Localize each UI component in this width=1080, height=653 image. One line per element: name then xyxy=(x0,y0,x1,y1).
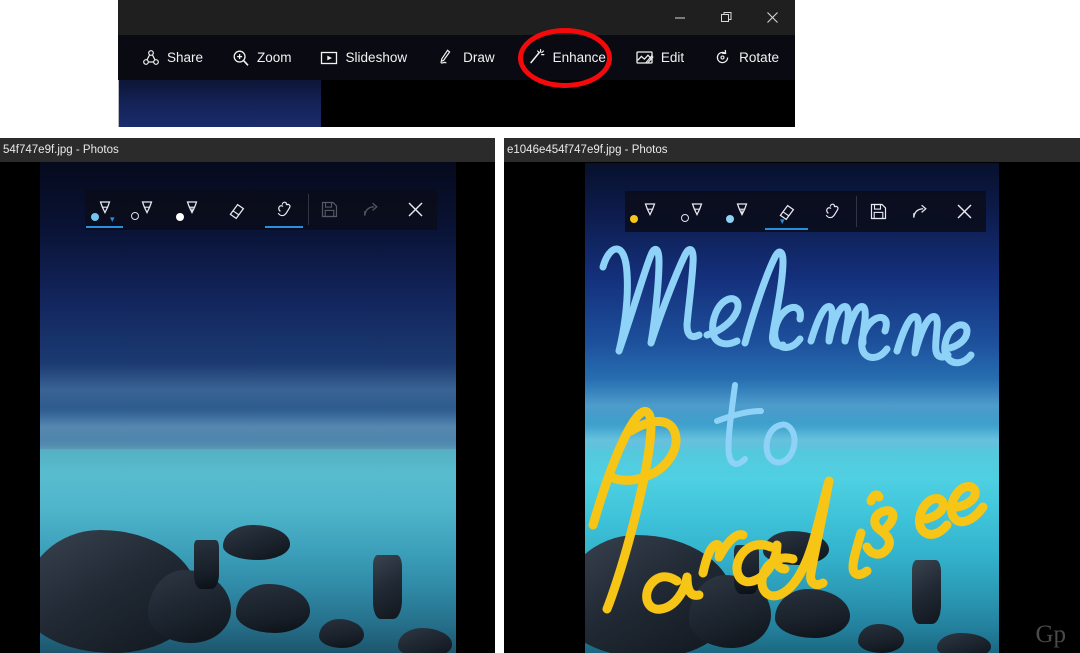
share-button[interactable] xyxy=(900,191,942,232)
minimize-icon[interactable] xyxy=(657,0,703,35)
share-button[interactable] xyxy=(350,189,393,230)
ink-toolbar-left: ▾ xyxy=(85,189,437,230)
title-bar xyxy=(118,0,795,35)
rock xyxy=(223,525,290,560)
pen-color-swatch xyxy=(726,215,734,223)
selected-indicator xyxy=(86,226,123,228)
edit-button[interactable]: Edit xyxy=(635,48,684,67)
pen-color-swatch xyxy=(681,214,689,222)
slideshow-icon xyxy=(320,48,339,67)
pen-color-swatch xyxy=(91,213,99,221)
pen-tool-group: ▾ xyxy=(85,189,308,230)
calligraphy-pen-tool[interactable] xyxy=(170,189,214,230)
rock xyxy=(858,623,904,653)
eraser-tool[interactable] xyxy=(214,189,260,230)
rotate-icon xyxy=(713,48,732,67)
draw-button[interactable]: Draw xyxy=(437,48,495,67)
zoom-button[interactable]: Zoom xyxy=(231,48,292,67)
pen-tool-group: ▾ xyxy=(625,191,856,232)
rock xyxy=(372,554,402,619)
rotate-button[interactable]: Rotate xyxy=(713,48,779,67)
edit-label: Edit xyxy=(660,50,685,65)
enhance-button[interactable]: Enhance xyxy=(527,48,606,67)
touch-writing-tool[interactable] xyxy=(260,189,308,230)
rock xyxy=(193,540,219,590)
close-button[interactable] xyxy=(393,189,437,230)
right-window-title: e1046e454f747e9f.jpg - Photos xyxy=(504,138,1080,162)
rock xyxy=(734,545,759,595)
photos-command-bar: Share Zoom Slideshow Draw Enhance Edit R… xyxy=(118,35,795,80)
slideshow-button[interactable]: Slideshow xyxy=(320,48,408,67)
rock xyxy=(936,633,991,653)
pen-icon xyxy=(437,48,456,67)
pen-color-swatch xyxy=(176,213,184,221)
cloud-band xyxy=(40,363,456,413)
photos-app-window-top: Share Zoom Slideshow Draw Enhance Edit R… xyxy=(118,0,795,127)
calligraphy-pen-tool[interactable] xyxy=(720,191,764,232)
ballpoint-pen-tool[interactable] xyxy=(625,191,674,232)
right-photo-stage: ▾ xyxy=(504,163,1080,653)
magic-wand-icon xyxy=(527,48,546,67)
ballpoint-pen-tool[interactable]: ▾ xyxy=(85,189,124,230)
share-button[interactable]: Share xyxy=(141,48,203,67)
pencil-tool[interactable] xyxy=(674,191,720,232)
rock xyxy=(397,628,452,653)
cloud-band xyxy=(585,378,999,428)
chevron-down-icon[interactable]: ▾ xyxy=(780,217,785,226)
rotate-label: Rotate xyxy=(739,50,779,65)
magnifier-plus-icon xyxy=(231,48,250,67)
slideshow-label: Slideshow xyxy=(345,50,408,65)
zoom-label: Zoom xyxy=(257,50,292,65)
chevron-down-icon[interactable]: ▾ xyxy=(110,215,115,224)
photo-preview-background xyxy=(321,80,795,127)
photo-preview-strip xyxy=(118,80,322,127)
save-button[interactable] xyxy=(309,189,350,230)
photo-seascape-dark xyxy=(40,162,456,653)
restore-icon[interactable] xyxy=(703,0,749,35)
close-button[interactable] xyxy=(942,191,986,232)
pen-color-swatch xyxy=(630,215,638,223)
watermark: Gp xyxy=(1035,621,1066,648)
pencil-tool[interactable] xyxy=(124,189,170,230)
left-photo-stage: ▾ xyxy=(0,162,495,653)
close-icon[interactable] xyxy=(749,0,795,35)
enhance-label: Enhance xyxy=(552,50,606,65)
eraser-tool[interactable]: ▾ xyxy=(764,191,809,232)
share-icon xyxy=(141,48,160,67)
photo-seascape-bright xyxy=(585,163,999,653)
selected-indicator xyxy=(265,226,303,228)
left-window-title: 54f747e9f.jpg - Photos xyxy=(0,138,495,162)
share-label: Share xyxy=(167,50,204,65)
rock xyxy=(912,559,942,624)
selected-indicator xyxy=(765,228,808,230)
photos-window-right: e1046e454f747e9f.jpg - Photos ▾ Gp xyxy=(504,138,1080,653)
pen-color-swatch xyxy=(131,212,139,220)
touch-writing-tool[interactable] xyxy=(809,191,856,232)
photos-window-left: 54f747e9f.jpg - Photos ▾ xyxy=(0,138,495,653)
ink-toolbar-right: ▾ xyxy=(625,191,986,232)
action-tool-group xyxy=(857,191,986,232)
edit-image-icon xyxy=(635,48,654,67)
action-tool-group xyxy=(309,189,437,230)
cloud-band xyxy=(40,407,456,447)
draw-label: Draw xyxy=(463,50,495,65)
rock xyxy=(775,589,850,639)
save-button[interactable] xyxy=(857,191,900,232)
